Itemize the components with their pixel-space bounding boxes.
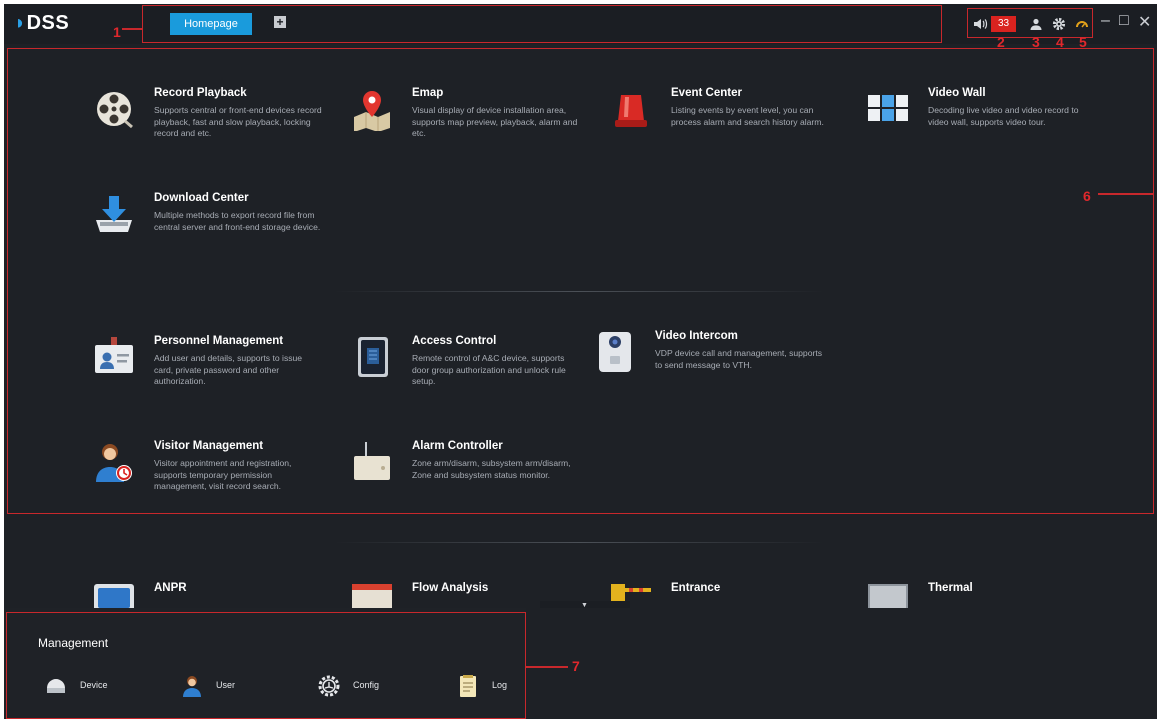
annotation-number: 7 xyxy=(572,658,580,674)
app-logo: ◗DSS xyxy=(14,12,70,34)
module-title: Thermal xyxy=(928,582,973,594)
annotation-leader xyxy=(122,28,142,30)
annotation-box-toolbar xyxy=(967,8,1093,38)
annotation-number: 6 xyxy=(1083,188,1091,204)
annotation-box-tabs xyxy=(142,5,942,43)
bottom-strip xyxy=(526,608,1157,719)
annotation-number: 1 xyxy=(113,24,121,40)
annotation-leader xyxy=(526,666,568,668)
annotation-box-management xyxy=(6,612,526,719)
maximize-button[interactable]: □ xyxy=(1119,12,1129,30)
annotation-box-modules xyxy=(7,48,1154,514)
minimize-button[interactable]: – xyxy=(1101,12,1110,30)
dss-client-window: ◗DSS Homepage + 33 – □ ✕ Record Playback… xyxy=(4,4,1157,719)
annotation-leader xyxy=(1098,193,1154,195)
module-title: ANPR xyxy=(154,582,187,594)
module-title: Entrance xyxy=(671,582,721,594)
close-button[interactable]: ✕ xyxy=(1138,12,1151,32)
module-title: Flow Analysis xyxy=(412,582,489,594)
section-divider xyxy=(334,542,824,543)
